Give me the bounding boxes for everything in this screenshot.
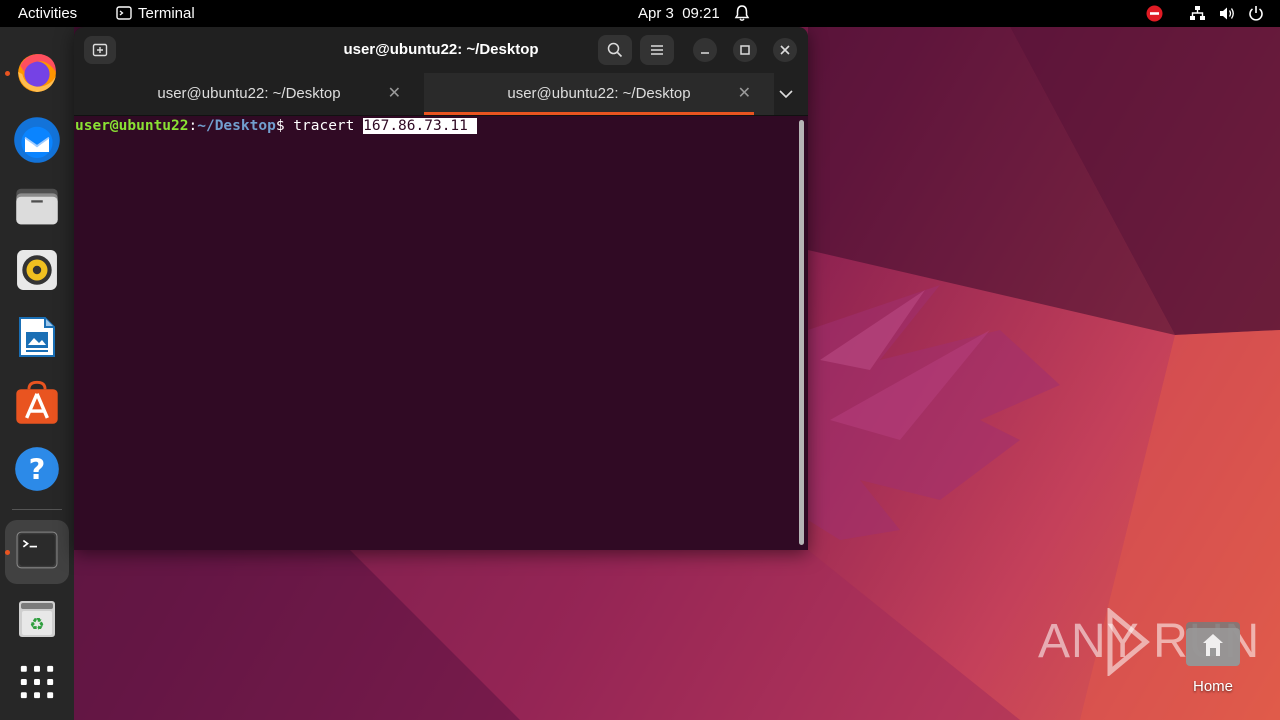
dock-terminal[interactable] — [5, 520, 69, 584]
svg-text:♻: ♻ — [29, 615, 44, 635]
dock-libreoffice-writer[interactable] — [5, 305, 69, 369]
dock-thunderbird[interactable] — [5, 107, 69, 171]
do-not-disturb-icon[interactable] — [1146, 5, 1163, 32]
running-indicator — [5, 71, 10, 76]
maximize-icon — [740, 45, 750, 55]
dock-rhythmbox[interactable] — [5, 239, 69, 303]
dock-help[interactable]: ? — [5, 437, 69, 501]
top-bar: Activities Terminal Apr 3 09:21 — [0, 0, 1280, 27]
files-icon — [16, 188, 58, 225]
home-folder-icon — [1186, 622, 1240, 666]
terminal-small-icon — [116, 6, 132, 20]
terminal-window[interactable]: user@ubuntu22: ~/Desktop user@ubuntu22: … — [74, 27, 808, 550]
app-grid-icon — [20, 665, 54, 699]
scrollbar[interactable] — [799, 120, 804, 545]
close-button[interactable] — [773, 38, 797, 62]
dock: ? ♻ — [0, 27, 74, 720]
tab-close-icon[interactable]: ✕ — [388, 83, 401, 103]
menu-button[interactable] — [640, 35, 674, 65]
rhythmbox-icon — [17, 250, 57, 290]
terminal-output[interactable]: user@ubuntu22:~/Desktop$ tracert 167.86.… — [74, 116, 808, 550]
svg-text:?: ? — [29, 452, 46, 486]
tab-bar: user@ubuntu22: ~/Desktop ✕ user@ubuntu22… — [74, 73, 808, 116]
app-menu[interactable]: Terminal — [116, 0, 195, 27]
chevron-down-icon — [779, 90, 793, 99]
writer-icon — [19, 317, 55, 357]
minimize-icon — [701, 52, 709, 54]
home-folder-label[interactable]: Home — [1180, 678, 1246, 695]
thunderbird-icon — [14, 117, 60, 163]
help-icon: ? — [15, 447, 59, 491]
volume-icon[interactable] — [1219, 6, 1236, 33]
dock-separator — [12, 509, 62, 510]
search-button[interactable] — [598, 35, 632, 65]
clock-date: Apr 3 — [638, 5, 674, 22]
power-icon[interactable] — [1248, 5, 1264, 32]
search-icon — [607, 42, 623, 58]
tab-close-icon[interactable]: ✕ — [738, 83, 751, 103]
dock-app-center[interactable] — [5, 371, 69, 435]
firefox-icon — [18, 54, 56, 92]
desktop-home-folder[interactable] — [1184, 618, 1242, 670]
running-indicator — [5, 550, 10, 555]
terminal-icon — [16, 531, 58, 569]
network-icon[interactable] — [1189, 5, 1206, 32]
minimize-button[interactable] — [693, 38, 717, 62]
prompt-user: user@ubuntu22 — [75, 118, 189, 134]
tab-overflow-button[interactable] — [774, 83, 798, 105]
activities-button[interactable]: Activities — [18, 0, 77, 27]
dock-firefox[interactable] — [5, 41, 69, 105]
clock-time: 09:21 — [682, 5, 720, 22]
selected-text[interactable]: 167.86.73.11 — [363, 118, 477, 134]
maximize-button[interactable] — [733, 38, 757, 62]
close-icon — [780, 45, 790, 55]
prompt-line: user@ubuntu22:~/Desktop$ tracert 167.86.… — [75, 116, 477, 136]
prompt-symbol: $ — [275, 118, 294, 134]
terminal-titlebar[interactable]: user@ubuntu22: ~/Desktop — [74, 27, 808, 73]
tab-label: user@ubuntu22: ~/Desktop — [157, 85, 341, 102]
app-center-icon — [16, 380, 58, 424]
dock-files[interactable] — [5, 173, 69, 237]
hamburger-menu-icon — [651, 45, 663, 55]
clock[interactable]: Apr 3 09:21 — [638, 0, 720, 27]
trash-icon: ♻ — [19, 601, 55, 637]
app-menu-label: Terminal — [138, 5, 195, 22]
tab-label: user@ubuntu22: ~/Desktop — [507, 85, 691, 102]
command-text: tracert — [293, 118, 364, 134]
dock-trash[interactable]: ♻ — [5, 587, 69, 651]
prompt-path: ~/Desktop — [197, 118, 276, 134]
prompt-separator: : — [188, 118, 198, 134]
tab-1[interactable]: user@ubuntu22: ~/Desktop ✕ — [74, 73, 424, 115]
tab-2[interactable]: user@ubuntu22: ~/Desktop ✕ — [424, 73, 774, 115]
dock-show-apps[interactable] — [5, 653, 69, 717]
active-tab-indicator — [424, 112, 754, 115]
